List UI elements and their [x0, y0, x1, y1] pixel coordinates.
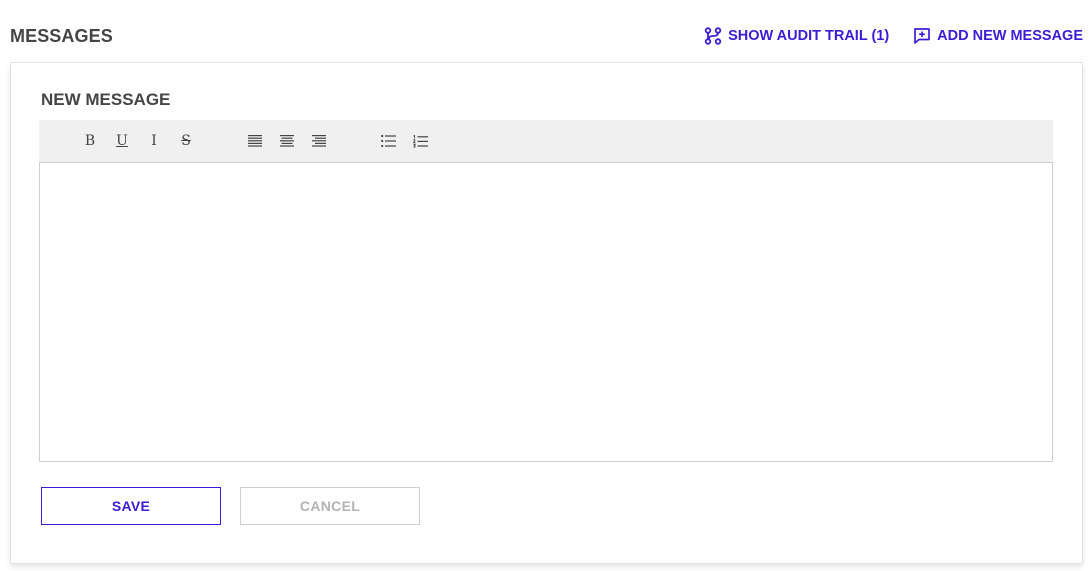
- header-actions: SHOW AUDIT TRAIL (1) ADD NEW MESSAGE: [704, 27, 1083, 45]
- italic-button[interactable]: I: [138, 126, 170, 156]
- align-right-button[interactable]: [303, 126, 335, 156]
- show-audit-trail-link[interactable]: SHOW AUDIT TRAIL (1): [704, 27, 889, 45]
- strikethrough-button[interactable]: S: [170, 126, 202, 156]
- align-center-icon: [280, 135, 294, 147]
- show-audit-trail-label: SHOW AUDIT TRAIL (1): [728, 28, 890, 44]
- rich-text-editor: B U I S: [39, 120, 1053, 462]
- messages-header: MESSAGES SHOW AUDIT TRAIL (1) ADD NEW ME…: [0, 0, 1090, 62]
- underline-button[interactable]: U: [106, 126, 138, 156]
- align-left-icon: [248, 135, 262, 147]
- add-new-message-label: ADD NEW MESSAGE: [937, 28, 1083, 44]
- numbered-list-icon: [412, 134, 428, 148]
- bullet-list-icon: [380, 135, 396, 147]
- bold-button[interactable]: B: [74, 126, 106, 156]
- bold-label: B: [84, 133, 96, 149]
- align-right-icon: [312, 135, 326, 147]
- bullet-list-button[interactable]: [372, 126, 404, 156]
- branch-icon: [704, 27, 722, 45]
- save-button[interactable]: SAVE: [41, 487, 221, 525]
- message-body-input[interactable]: [39, 162, 1053, 462]
- italic-label: I: [151, 133, 157, 149]
- align-left-button[interactable]: [239, 126, 271, 156]
- new-message-card: NEW MESSAGE B U I S SAVE CANCEL: [10, 62, 1083, 564]
- numbered-list-button[interactable]: [404, 126, 436, 156]
- section-title: MESSAGES: [10, 26, 113, 46]
- strikethrough-label: S: [181, 133, 191, 149]
- editor-toolbar: B U I S: [39, 120, 1053, 162]
- align-center-button[interactable]: [271, 126, 303, 156]
- card-title: NEW MESSAGE: [41, 90, 171, 109]
- add-new-message-link[interactable]: ADD NEW MESSAGE: [913, 27, 1083, 45]
- underline-label: U: [116, 133, 128, 149]
- message-plus-icon: [913, 27, 931, 45]
- alignment-group: [239, 126, 335, 156]
- list-group: [372, 126, 436, 156]
- cancel-button[interactable]: CANCEL: [240, 487, 420, 525]
- text-style-group: B U I S: [74, 126, 202, 156]
